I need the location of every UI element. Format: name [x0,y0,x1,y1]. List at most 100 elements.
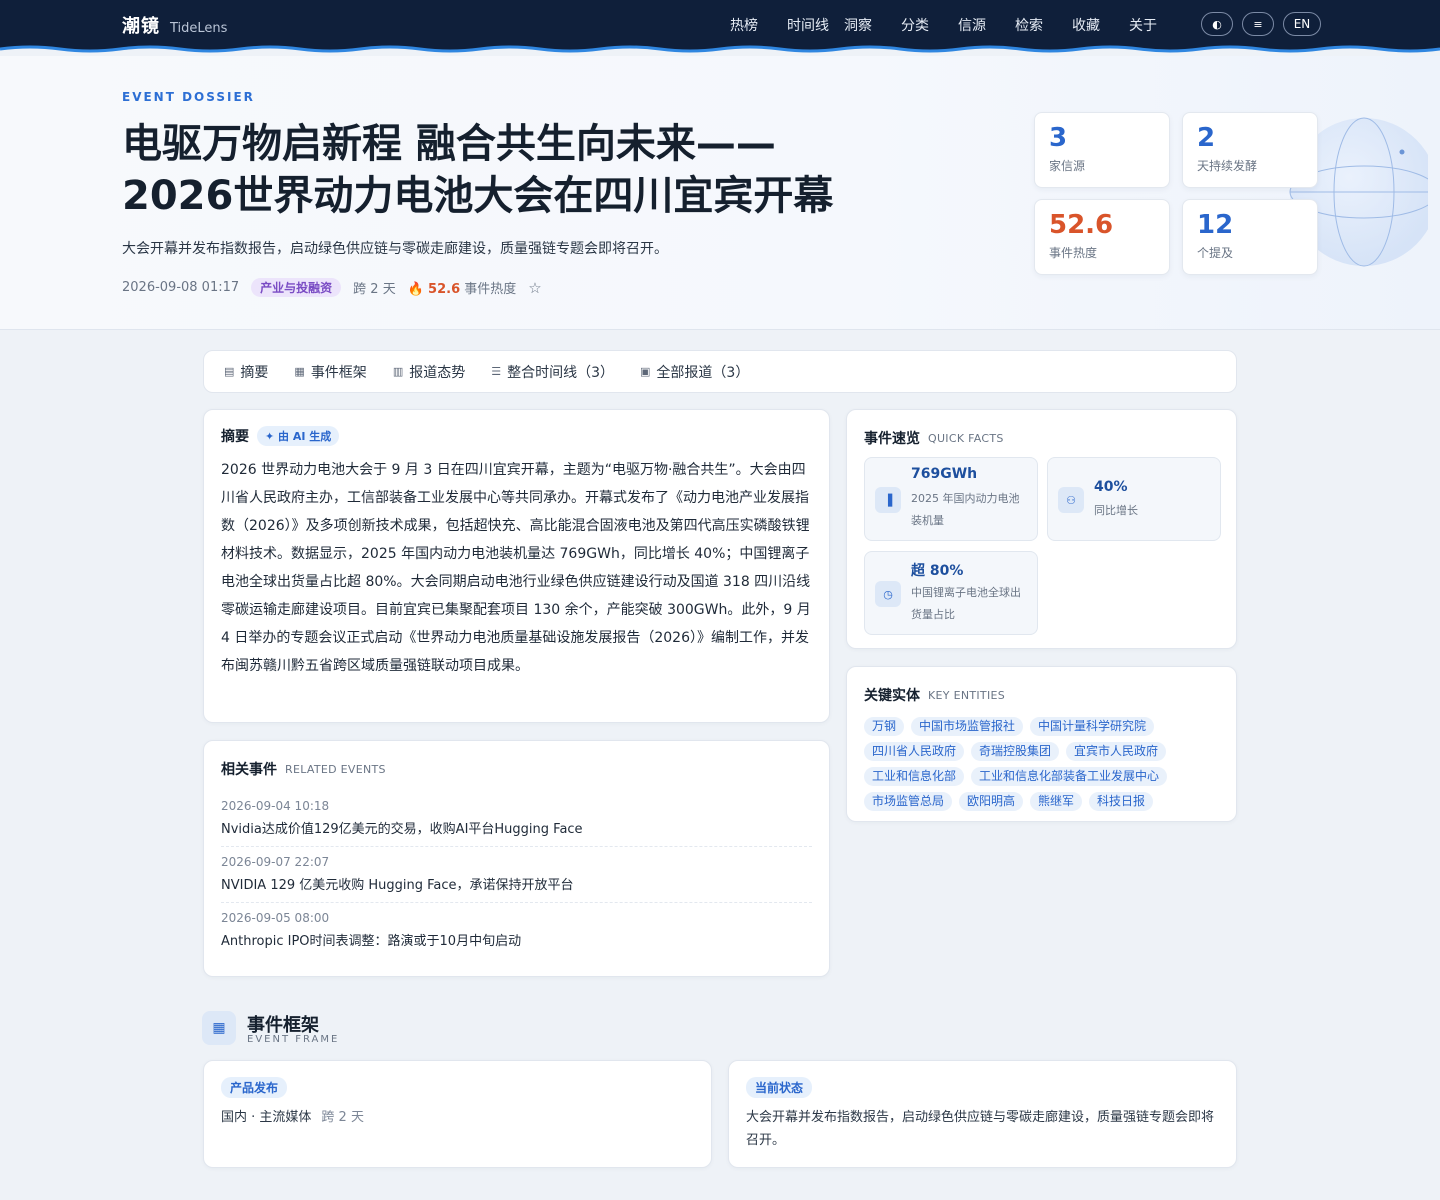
summary-card: 摘要 ✦ 由 AI 生成 2026 世界动力电池大会于 9 月 3 日在四川宜宾… [203,409,830,723]
frame-scope-text: 国内 · 主流媒体 [221,1110,312,1125]
stat-value: 12 [1197,210,1234,240]
theme-toggle-icon[interactable]: ◐ [1201,12,1233,36]
entity-chip-list: 万钢 中国市场监管报社 中国计量科学研究院 四川省人民政府 奇瑞控股集团 宜宾市… [864,717,1194,811]
stat-card-days: 2 天持续发酵 [1182,112,1318,188]
summary-text: 2026 世界动力电池大会于 9 月 3 日在四川宜宾开幕，主题为“电驱万物·融… [221,462,811,674]
entity-chip[interactable]: 科技日报 [1089,792,1154,811]
entity-chip[interactable]: 奇瑞控股集团 [971,742,1060,761]
stat-card-heat: 52.6 事件热度 [1034,199,1170,275]
entities-header: 关键实体 KEY ENTITIES [864,685,1219,705]
fact-item: ◷ 超 80% 中国锂离子电池全球出货量占比 [864,551,1038,635]
section-tabs: ▤ 摘要 ▦ 事件框架 ▥ 报道态势 ☰ 整合时间线（3） ▣ 全部报道（3） [203,350,1237,393]
tab-label: 摘要 [240,364,269,381]
related-event-item[interactable]: 2026-09-04 10:18 Nvidia达成价值129亿美元的交易，收购A… [221,791,812,847]
stat-value: 3 [1049,123,1068,153]
quick-facts-header: 事件速览 QUICK FACTS [864,428,1004,448]
fact-label: 2025 年国内动力电池装机量 [911,492,1020,527]
quick-facts-title-en: QUICK FACTS [928,431,1004,445]
nav-item-insights[interactable]: 洞察 [844,15,901,35]
clock-icon: ◷ [875,581,901,607]
entity-chip[interactable]: 市场监管总局 [864,792,953,811]
menu-icon[interactable]: ≡ [1242,12,1274,36]
fact-item: ⚇ 40% 同比增长 [1047,457,1221,541]
summary-title: 摘要 [221,429,249,445]
fact-item: ▐ 769GWh 2025 年国内动力电池装机量 [864,457,1038,541]
entity-chip[interactable]: 中国市场监管报社 [911,717,1024,736]
bar-chart-icon: ▐ [875,487,901,513]
related-event-date: 2026-09-07 22:07 [221,855,330,869]
current-status-badge: 当前状态 [746,1077,813,1098]
fact-value: 超 80% [911,563,964,579]
related-event-title[interactable]: Nvidia达成价值129亿美元的交易，收购AI平台Hugging Face [221,818,812,837]
tab-coverage[interactable]: ▥ 报道态势 [393,362,465,382]
stat-label: 家信源 [1049,159,1086,173]
entity-chip[interactable]: 中国计量科学研究院 [1030,717,1155,736]
flame-icon: 🔥 [407,282,424,297]
nav-item-hot[interactable]: 热榜 [730,15,787,35]
stat-label: 个提及 [1197,246,1234,260]
language-toggle-button[interactable]: EN [1283,12,1321,36]
tab-label: 报道态势 [409,364,466,381]
entity-chip[interactable]: 熊继军 [1030,792,1083,811]
related-event-item[interactable]: 2026-09-07 22:07 NVIDIA 129 亿美元收购 Huggin… [221,847,812,903]
entity-chip[interactable]: 工业和信息化部装备工业发展中心 [971,767,1168,786]
nav-item-categories[interactable]: 分类 [901,15,958,35]
fact-value: 769GWh [911,466,978,482]
nav-item-sources[interactable]: 信源 [958,15,1015,35]
nav-item-about[interactable]: 关于 [1129,15,1186,35]
related-event-title[interactable]: NVIDIA 129 亿美元收购 Hugging Face，承诺保持开放平台 [221,874,812,893]
frame-type-badge: 产品发布 [221,1077,288,1098]
entity-chip[interactable]: 四川省人民政府 [864,742,965,761]
entity-chip[interactable]: 万钢 [864,717,905,736]
event-frame-title-en: EVENT FRAME [247,1034,340,1045]
related-title: 相关事件 [221,762,277,778]
users-icon: ⚇ [1058,487,1084,513]
document-icon: ▤ [224,365,235,378]
tab-all-reports[interactable]: ▣ 全部报道（3） [640,362,749,382]
related-event-item[interactable]: 2026-09-05 08:00 Anthropic IPO时间表调整：路演或于… [221,903,812,958]
top-navbar: 潮镜 TideLens 热榜 时间线 洞察 分类 信源 检索 收藏 关于 ◐ ≡… [0,0,1440,48]
hero-kicker: EVENT DOSSIER [122,90,255,104]
current-status-text: 大会开幕并发布指数报告，启动绿色供应链与零碳走廊建设，质量强链专题会即将召开。 [746,1110,1215,1148]
hero-subtitle: 大会开幕并发布指数报告，启动绿色供应链与零碳走廊建设，质量强链专题会即将召开。 [122,241,668,257]
nav-item-search[interactable]: 检索 [1015,15,1072,35]
ai-generated-badge: ✦ 由 AI 生成 [257,426,340,446]
main-nav: 热榜 时间线 洞察 分类 信源 检索 收藏 关于 [730,15,1186,35]
related-event-date: 2026-09-05 08:00 [221,911,330,925]
event-date: 2026-09-08 01:17 [122,280,240,295]
entity-chip[interactable]: 工业和信息化部 [864,767,965,786]
tab-event-frame[interactable]: ▦ 事件框架 [294,362,366,382]
nav-actions: ◐ ≡ EN [1201,12,1321,36]
entity-chip[interactable]: 宜宾市人民政府 [1066,742,1167,761]
tab-timeline[interactable]: ☰ 整合时间线（3） [491,362,614,382]
quick-facts-title: 事件速览 [864,431,920,447]
brand-logo[interactable]: 潮镜 TideLens [122,12,227,38]
related-list: 2026-09-04 10:18 Nvidia达成价值129亿美元的交易，收购A… [221,791,812,958]
entities-title-en: KEY ENTITIES [928,688,1006,702]
quick-facts-card: 事件速览 QUICK FACTS ▐ 769GWh 2025 年国内动力电池装机… [846,409,1237,649]
category-badge[interactable]: 产业与投融资 [251,278,342,297]
page-title: 电驱万物启新程 融合共生向未来——2026世界动力电池大会在四川宜宾开幕 [122,121,834,219]
entities-title: 关键实体 [864,688,920,704]
stat-card-mentions: 12 个提及 [1182,199,1318,275]
favorite-star-icon[interactable]: ☆ [528,279,541,297]
event-hero: EVENT DOSSIER 电驱万物启新程 融合共生向未来——2026世界动力电… [0,56,1440,330]
frame-status-card: 当前状态 大会开幕并发布指数报告，启动绿色供应链与零碳走廊建设，质量强链专题会即… [728,1060,1237,1168]
related-event-title[interactable]: Anthropic IPO时间表调整：路演或于10月中旬启动 [221,930,812,949]
nav-item-favorites[interactable]: 收藏 [1072,15,1129,35]
entity-chip[interactable]: 欧阳明高 [959,792,1024,811]
frame-scope: 国内 · 主流媒体跨 2 天 [221,1106,694,1129]
layout-icon: ▦ [294,365,305,378]
fact-value: 40% [1094,479,1128,495]
nav-wave-decoration [0,44,1440,53]
layout-icon: ▦ [202,1011,236,1045]
brand-name-cn: 潮镜 [122,16,160,37]
heat-indicator: 🔥 52.6 事件热度 [408,278,517,297]
key-entities-card: 关键实体 KEY ENTITIES 万钢 中国市场监管报社 中国计量科学研究院 … [846,666,1237,822]
brand-name-en: TideLens [170,21,228,36]
related-title-en: RELATED EVENTS [285,762,386,776]
nav-item-timeline[interactable]: 时间线 [787,15,844,35]
tab-summary[interactable]: ▤ 摘要 [224,362,268,382]
fact-label: 同比增长 [1094,504,1138,517]
heat-label: 事件热度 [464,282,517,297]
